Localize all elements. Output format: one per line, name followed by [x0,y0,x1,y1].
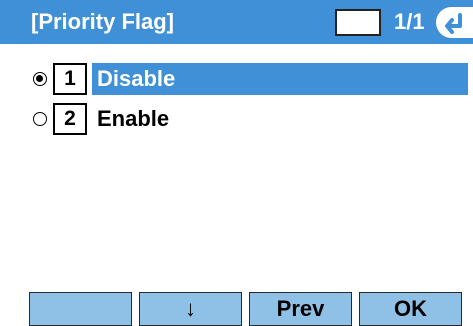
menu-item-label: Enable [97,106,170,131]
title-bar: [Priority Flag] 1/1 [0,0,473,44]
back-button[interactable] [436,7,473,38]
menu-item-enable[interactable]: 2 Enable [0,101,473,137]
return-arrow-icon [445,13,462,34]
radio-selected-icon [33,72,47,86]
softkey-down-arrow[interactable]: ↓ [139,292,242,326]
input-field[interactable] [335,9,381,36]
menu-item-label: Disable [97,66,176,91]
page-indicator: 1/1 [394,9,425,34]
softkey-1[interactable] [29,292,132,326]
page-title: [Priority Flag] [31,9,175,34]
softkey-ok[interactable]: OK [359,292,462,326]
menu-item-disable[interactable]: 1 Disable [0,61,473,97]
radio-unselected-icon [33,112,47,126]
menu-item-number: 2 [53,103,87,135]
softkey-prev[interactable]: Prev [249,292,352,326]
menu-item-number: 1 [53,63,87,95]
